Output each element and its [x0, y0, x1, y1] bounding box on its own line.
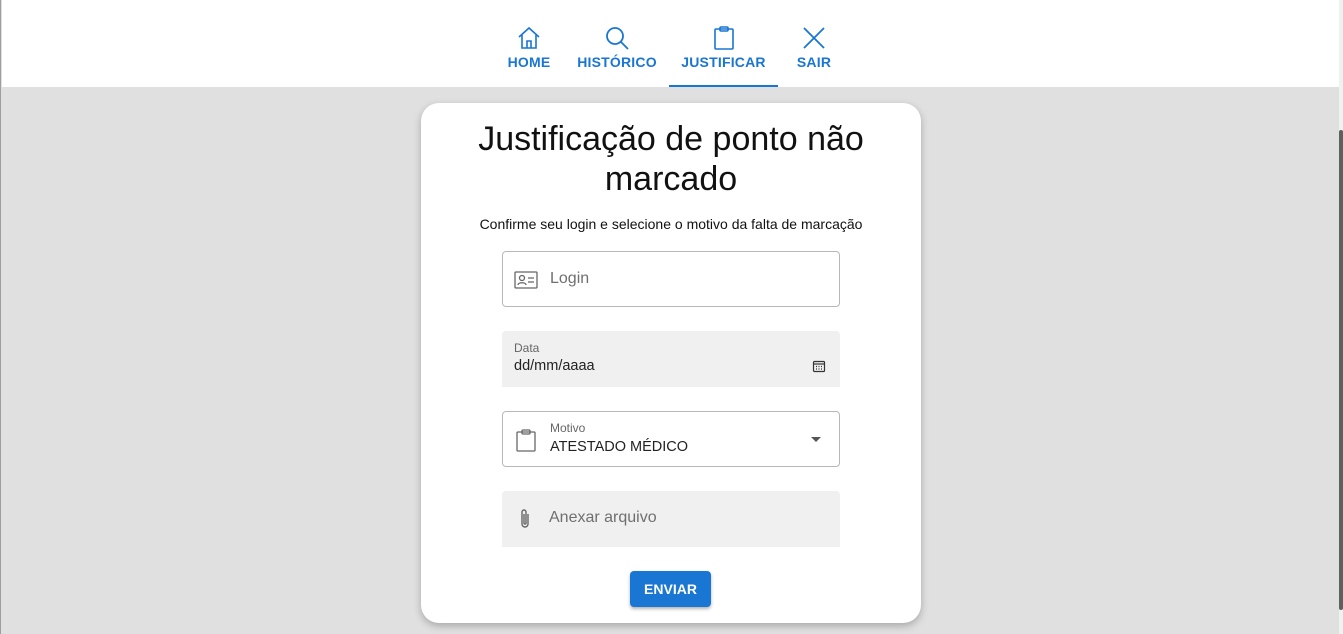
top-navigation: HOME HISTÓRICO JUSTIFICAR SAIR	[2, 0, 1340, 87]
calendar-icon[interactable]	[812, 359, 826, 373]
justification-form-card: Justificação de ponto não marcado Confir…	[421, 103, 921, 623]
app-window: HOME HISTÓRICO JUSTIFICAR SAIR Justifica…	[0, 0, 1343, 634]
tab-home[interactable]: HOME	[493, 0, 565, 87]
form-subtitle: Confirme seu login e selecione o motivo …	[479, 216, 863, 232]
login-placeholder: Login	[550, 270, 590, 287]
home-icon	[515, 24, 543, 52]
reason-select[interactable]: Motivo ATESTADO MÉDICO	[502, 411, 840, 467]
submit-button[interactable]: ENVIAR	[630, 571, 711, 607]
tab-historico[interactable]: HISTÓRICO	[565, 0, 669, 87]
scrollbar-thumb[interactable]	[1339, 130, 1343, 610]
reason-label: Motivo	[550, 421, 586, 435]
attachment-field[interactable]: Anexar arquivo	[502, 491, 840, 547]
tab-justificar-label: JUSTIFICAR	[681, 54, 766, 70]
search-icon	[603, 24, 631, 52]
nav-tabs: HOME HISTÓRICO JUSTIFICAR SAIR	[493, 0, 850, 87]
tab-sair[interactable]: SAIR	[778, 0, 850, 87]
login-field[interactable]: Login	[502, 251, 840, 307]
date-value: dd/mm/aaaa	[514, 358, 595, 374]
id-card-icon	[514, 268, 538, 292]
scrollbar[interactable]	[1339, 0, 1343, 634]
date-field[interactable]: Data dd/mm/aaaa	[502, 331, 840, 387]
tab-sair-label: SAIR	[796, 54, 832, 70]
page-title: Justificação de ponto não marcado	[478, 120, 864, 198]
tab-home-label: HOME	[507, 54, 551, 70]
chevron-down-icon[interactable]	[811, 437, 821, 442]
clipboard-icon	[514, 428, 538, 452]
close-icon	[800, 24, 828, 52]
paperclip-icon	[513, 507, 537, 531]
reason-value: ATESTADO MÉDICO	[550, 439, 689, 455]
tab-historico-label: HISTÓRICO	[577, 54, 657, 70]
tab-justificar[interactable]: JUSTIFICAR	[669, 0, 778, 87]
date-label: Data	[514, 341, 540, 355]
clipboard-icon	[710, 24, 738, 52]
attachment-placeholder: Anexar arquivo	[549, 509, 657, 526]
